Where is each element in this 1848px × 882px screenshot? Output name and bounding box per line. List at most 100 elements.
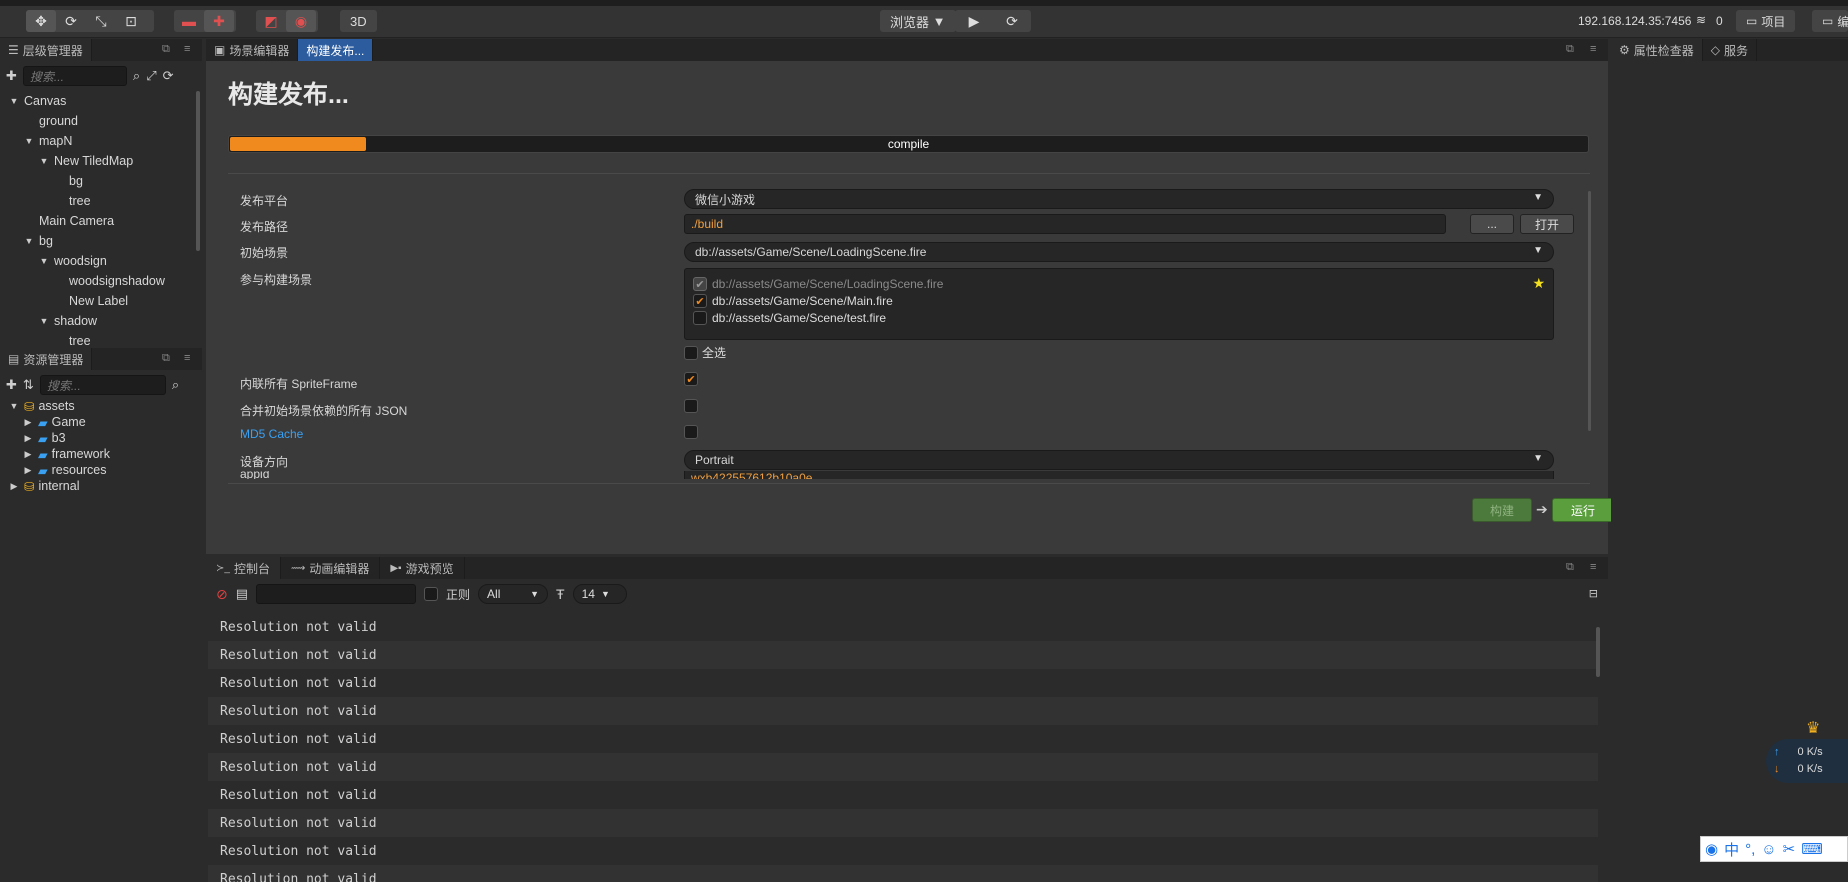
hierarchy-search-input[interactable]: 搜索... xyxy=(22,66,127,86)
merge-json-checkbox[interactable] xyxy=(684,399,698,413)
log-entry[interactable]: Resolution not valid xyxy=(208,837,1598,865)
tab-build[interactable]: 构建发布... xyxy=(298,39,374,61)
local-icon[interactable]: ✚ xyxy=(204,10,234,32)
maximize-icon[interactable]: ⧉ xyxy=(1566,43,1574,56)
search-icon[interactable]: ⌕ xyxy=(133,68,140,84)
log-entry[interactable]: Resolution not valid xyxy=(208,725,1598,753)
asset-node[interactable]: ▶ ▰ Game xyxy=(0,414,192,430)
assets-search-input[interactable]: 搜索... xyxy=(39,375,166,395)
expand-arrow-icon[interactable]: ▼ xyxy=(38,316,50,326)
collapse-icon[interactable]: ⊟ xyxy=(1589,587,1598,600)
expand-arrow-icon[interactable]: ▶ xyxy=(22,433,34,444)
log-entry[interactable]: Resolution not valid xyxy=(208,781,1598,809)
tab-game-preview[interactable]: ▶▪ 游戏预览 xyxy=(380,557,465,579)
console-filter-input[interactable] xyxy=(256,584,417,604)
scene-checkbox[interactable]: ✔ xyxy=(693,294,707,308)
select-all[interactable]: 全选 xyxy=(684,344,726,361)
search-icon[interactable]: ⌕ xyxy=(172,377,179,393)
path-input[interactable]: ./build xyxy=(684,214,1446,234)
panel-menu-icon[interactable]: ≡ xyxy=(1590,43,1596,55)
orientation-select[interactable]: Portrait ▼ xyxy=(684,450,1554,470)
log-entry[interactable]: Resolution not valid xyxy=(208,809,1598,837)
expand-icon[interactable]: ⤢ xyxy=(146,68,156,84)
editor-button[interactable]: ▭ 编 xyxy=(1812,10,1848,32)
console-scrollbar[interactable] xyxy=(1596,627,1600,677)
font-size-select[interactable]: 14 ▼ xyxy=(572,584,627,604)
tab-console[interactable]: ≻_ 控制台 xyxy=(206,557,281,579)
scissors-icon[interactable]: ✂ xyxy=(1783,840,1796,858)
scene-checkbox[interactable]: ✔ xyxy=(693,277,707,291)
tab-animation-editor[interactable]: ⟿ 动画编辑器 xyxy=(280,557,381,579)
asset-node[interactable]: ▶ ▰ b3 xyxy=(0,430,192,446)
move-tool-icon[interactable]: ✥ xyxy=(26,10,56,32)
platform-select[interactable]: 微信小游戏 ▼ xyxy=(684,189,1554,209)
log-entry[interactable]: Resolution not valid xyxy=(208,613,1598,641)
regex-checkbox[interactable] xyxy=(424,587,439,601)
pivot-icon[interactable]: ▬ xyxy=(174,10,204,32)
run-button[interactable]: 运行 xyxy=(1552,498,1614,522)
hierarchy-scrollbar[interactable] xyxy=(196,91,200,251)
maximize-icon[interactable]: ⧉ xyxy=(1566,561,1574,574)
sort-icon[interactable]: ⇅ xyxy=(23,377,34,393)
expand-arrow-icon[interactable]: ▼ xyxy=(8,401,20,411)
hierarchy-tab[interactable]: ☰ 层级管理器 xyxy=(0,39,92,61)
hierarchy-node[interactable]: ground xyxy=(0,111,192,131)
scene-list-item[interactable]: db://assets/Game/Scene/test.fire xyxy=(693,309,886,327)
select-all-checkbox[interactable] xyxy=(684,345,698,360)
expand-arrow-icon[interactable]: ▼ xyxy=(23,136,35,146)
ime-logo-icon[interactable]: ◉ xyxy=(1705,840,1718,858)
log-entry[interactable]: Resolution not valid xyxy=(208,669,1598,697)
scene-list-item[interactable]: ✔ db://assets/Game/Scene/Main.fire xyxy=(693,292,893,310)
punctuation-icon[interactable]: °, xyxy=(1745,841,1755,858)
refresh-icon[interactable]: ⟳ xyxy=(993,10,1031,32)
hierarchy-node[interactable]: ▼ New TiledMap xyxy=(0,151,192,171)
md5-cache-label[interactable]: MD5 Cache xyxy=(240,427,303,441)
hierarchy-node[interactable]: ▼ woodsign xyxy=(0,251,192,271)
hierarchy-node[interactable]: ▼ Canvas xyxy=(0,91,192,111)
tab-inspector[interactable]: ⚙ 属性检查器 xyxy=(1611,39,1703,61)
scene-checkbox[interactable] xyxy=(693,311,707,325)
build-button[interactable]: 构建 xyxy=(1472,498,1532,522)
keyboard-icon[interactable]: ⌨ xyxy=(1801,840,1823,858)
scene-list-item[interactable]: ✔ db://assets/Game/Scene/LoadingScene.fir… xyxy=(693,275,943,293)
clear-icon[interactable]: ⊘ xyxy=(216,586,228,603)
play-icon[interactable]: ▶ xyxy=(955,10,993,32)
mode-3d-button[interactable]: 3D xyxy=(340,10,377,32)
expand-arrow-icon[interactable]: ▶ xyxy=(8,481,20,492)
hierarchy-node[interactable]: Main Camera xyxy=(0,211,192,231)
expand-arrow-icon[interactable]: ▶ xyxy=(22,465,34,476)
appid-input[interactable]: wxb422557612b10a0e xyxy=(684,471,1554,479)
log-entry[interactable]: Resolution not valid xyxy=(208,641,1598,669)
maximize-icon[interactable]: ⧉ xyxy=(162,43,170,56)
star-icon[interactable]: ★ xyxy=(1532,275,1545,292)
start-scene-select[interactable]: db://assets/Game/Scene/LoadingScene.fire… xyxy=(684,242,1554,262)
rotate-tool-icon[interactable]: ⟳ xyxy=(56,10,86,32)
hierarchy-node[interactable]: ▼ shadow xyxy=(0,311,192,331)
hierarchy-node[interactable]: ▼ mapN xyxy=(0,131,192,151)
maximize-icon[interactable]: ⧉ xyxy=(162,352,170,365)
network-speed-widget[interactable]: ↑ 0 K/s ↓ 0 K/s xyxy=(1766,739,1848,783)
panel-menu-icon[interactable]: ≡ xyxy=(1590,561,1596,573)
inline-spriteframe-checkbox[interactable]: ✔ xyxy=(684,372,698,386)
open-path-button[interactable]: 打开 xyxy=(1520,214,1574,234)
hierarchy-node[interactable]: bg xyxy=(0,171,192,191)
emoji-icon[interactable]: ☺ xyxy=(1761,841,1776,858)
expand-arrow-icon[interactable]: ▼ xyxy=(8,96,20,106)
log-level-select[interactable]: All ▼ xyxy=(478,584,549,604)
panel-menu-icon[interactable]: ≡ xyxy=(184,43,190,55)
expand-arrow-icon[interactable]: ▼ xyxy=(23,236,35,246)
browser-dropdown[interactable]: 浏览器 ▼ xyxy=(880,10,956,32)
tab-scene-editor[interactable]: ▣ 场景编辑器 xyxy=(206,39,299,61)
scale-tool-icon[interactable]: ⤡ xyxy=(86,10,116,32)
log-entry[interactable]: Resolution not valid xyxy=(208,753,1598,781)
hierarchy-node[interactable]: woodsignshadow xyxy=(0,271,192,291)
hierarchy-node[interactable]: ▼ bg xyxy=(0,231,192,251)
panel-menu-icon[interactable]: ≡ xyxy=(184,352,190,364)
expand-arrow-icon[interactable]: ▶ xyxy=(22,449,34,460)
gizmo-local-icon[interactable]: ◩ xyxy=(256,10,286,32)
expand-arrow-icon[interactable]: ▶ xyxy=(22,417,34,428)
asset-node[interactable]: ▶ ⛁ internal xyxy=(0,478,192,494)
rect-tool-icon[interactable]: ⊡ xyxy=(116,10,146,32)
add-icon[interactable]: ✚ xyxy=(6,68,17,84)
add-icon[interactable]: ✚ xyxy=(6,377,17,393)
